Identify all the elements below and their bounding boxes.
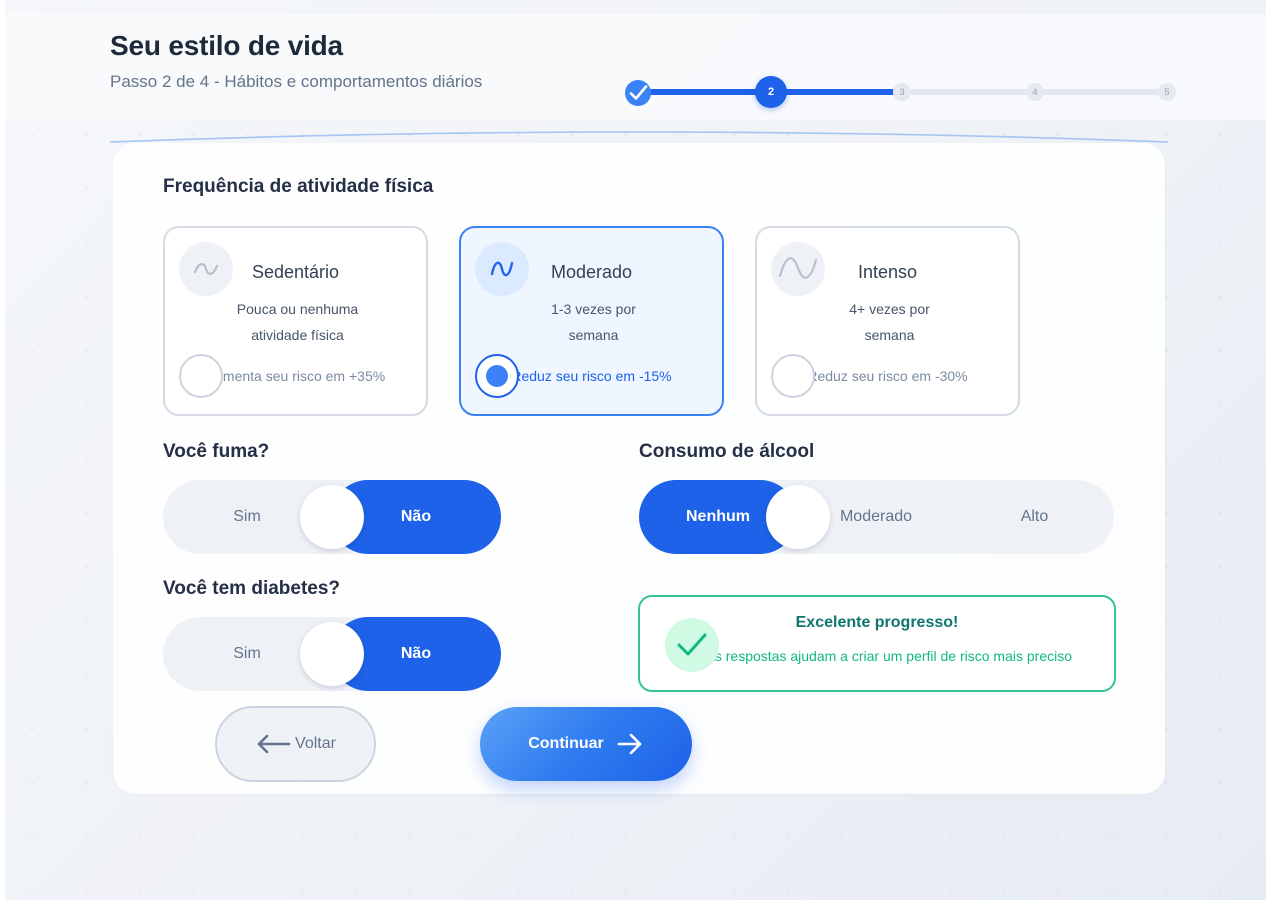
back-button[interactable]: Voltar xyxy=(215,706,376,782)
activity-option-intenso[interactable]: Intenso 4+ vezes por semana Reduz seu ri… xyxy=(755,226,1020,416)
diabetes-toggle[interactable]: Sim Não xyxy=(163,617,501,691)
progress-stepper: 2 3 4 5 xyxy=(625,76,1181,108)
activity-radio[interactable] xyxy=(771,354,815,398)
activity-option-moderado[interactable]: Moderado 1-3 vezes por semana Reduz seu … xyxy=(459,226,724,416)
alcohol-toggle[interactable]: Nenhum Moderado Alto xyxy=(639,480,1114,554)
smoking-heading: Você fuma? xyxy=(163,441,270,462)
activity-radio-selected[interactable] xyxy=(475,354,519,398)
alcohol-option-alto[interactable]: Alto xyxy=(955,480,1114,554)
activity-description-line: Pouca ou nenhuma xyxy=(236,301,359,317)
activity-title: Sedentário xyxy=(251,262,340,282)
activity-description: 4+ vezes por semana xyxy=(797,296,982,348)
activity-option-sedentario[interactable]: Sedentário Pouca ou nenhuma atividade fí… xyxy=(163,226,428,416)
activity-description: 1-3 vezes por semana xyxy=(501,296,686,348)
activity-title: Intenso xyxy=(857,262,918,282)
activity-description-line: 1-3 vezes por xyxy=(551,301,636,317)
activity-heading: Frequência de atividade física xyxy=(163,176,434,197)
step-4[interactable]: 4 xyxy=(1026,83,1044,101)
activity-description-line: atividade física xyxy=(251,327,344,343)
check-icon xyxy=(629,85,648,100)
progress-notice: Excelente progresso! Suas respostas ajud… xyxy=(638,595,1116,692)
page-title: Seu estilo de vida xyxy=(110,30,343,61)
toggle-knob[interactable] xyxy=(300,485,364,549)
smoking-toggle[interactable]: Sim Não xyxy=(163,480,501,554)
back-button-label: Voltar xyxy=(295,735,336,752)
toggle-knob[interactable] xyxy=(766,485,830,549)
step-5[interactable]: 5 xyxy=(1158,83,1176,101)
activity-description-line: semana xyxy=(568,327,619,343)
check-icon xyxy=(665,618,719,672)
activity-description-line: semana xyxy=(864,327,915,343)
page-subtitle: Passo 2 de 4 - Hábitos e comportamentos … xyxy=(110,72,483,91)
arrow-left-icon xyxy=(257,734,291,754)
diabetes-heading: Você tem diabetes? xyxy=(163,578,341,599)
step-2-current[interactable]: 2 xyxy=(755,76,787,108)
toggle-knob[interactable] xyxy=(300,622,364,686)
step-1-completed[interactable] xyxy=(625,80,651,106)
activity-description-line: 4+ vezes por xyxy=(849,301,930,317)
activity-radio[interactable] xyxy=(179,354,223,398)
activity-description: Pouca ou nenhuma atividade física xyxy=(205,296,390,348)
activity-title: Moderado xyxy=(550,262,633,282)
alcohol-heading: Consumo de álcool xyxy=(639,441,815,462)
continue-button-label: Continuar xyxy=(528,735,604,752)
step-3[interactable]: 3 xyxy=(893,83,911,101)
radio-dot xyxy=(486,365,508,387)
arrow-right-icon xyxy=(617,733,642,755)
continue-button[interactable]: Continuar xyxy=(480,707,692,781)
